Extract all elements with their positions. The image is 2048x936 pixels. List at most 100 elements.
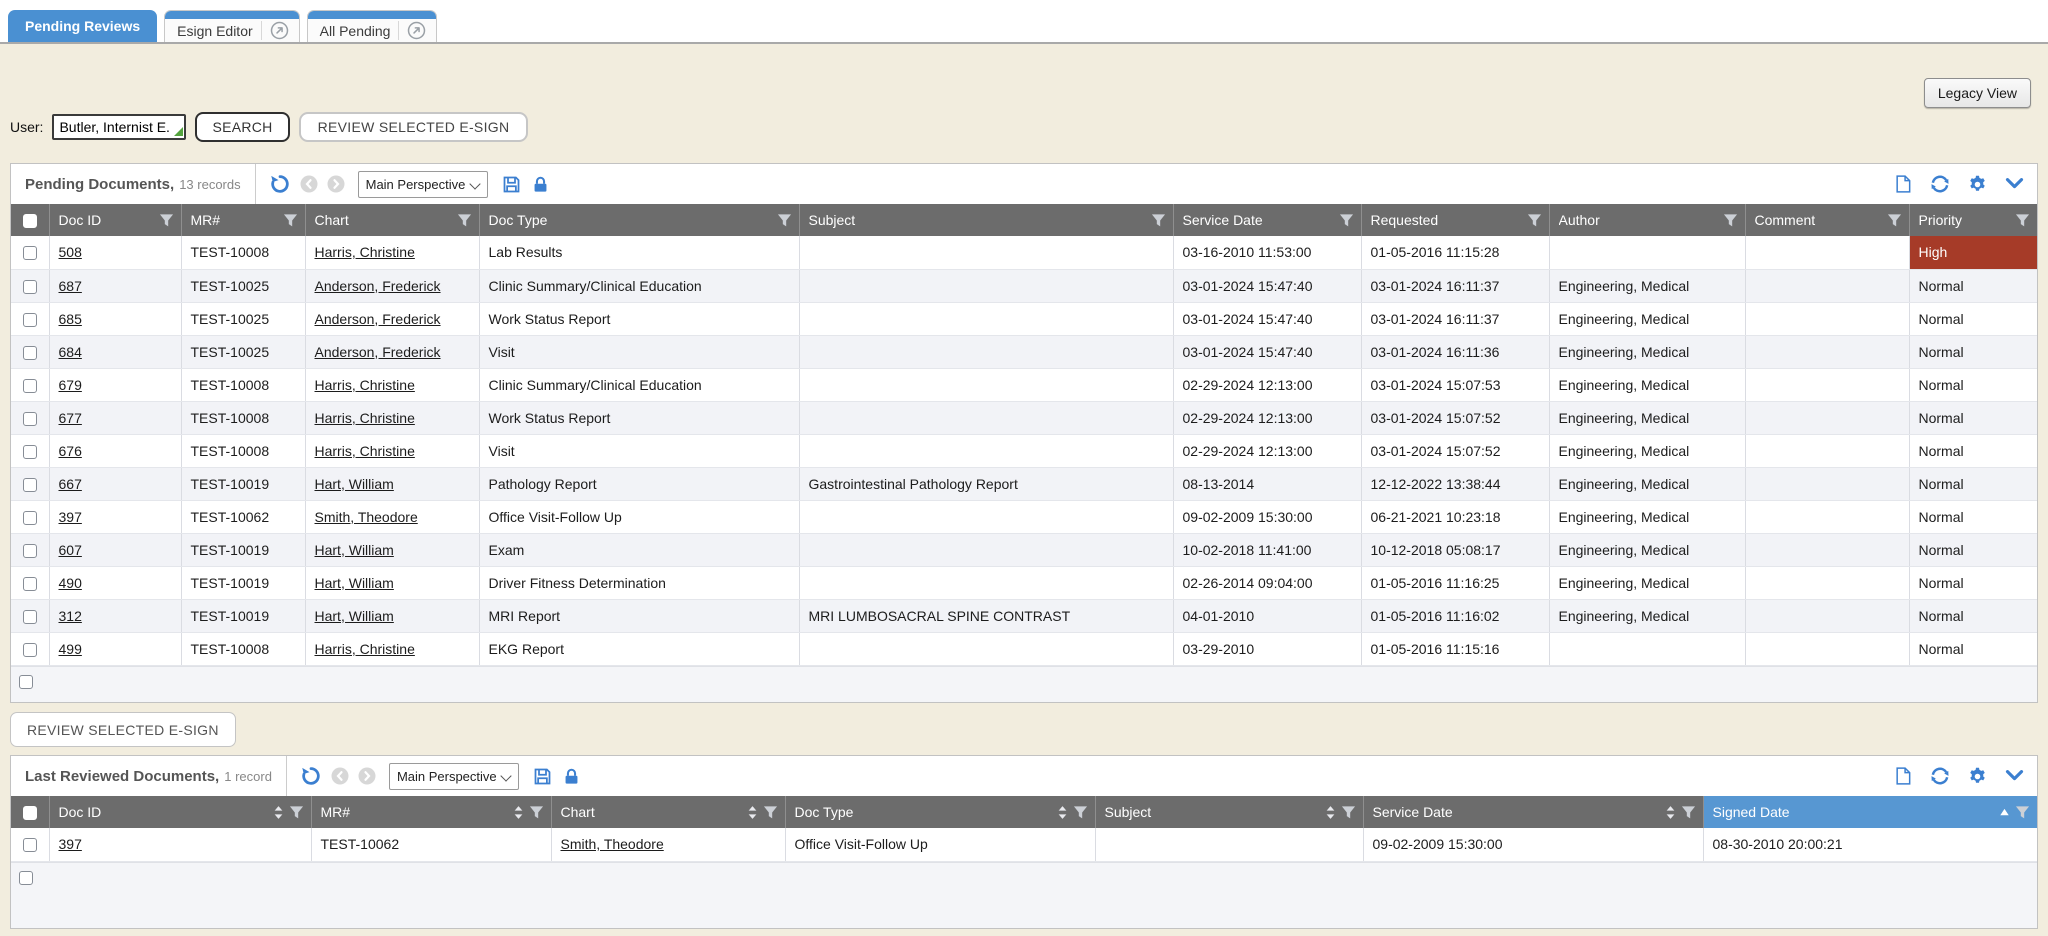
save-icon[interactable] bbox=[501, 174, 522, 195]
sort-asc-icon[interactable] bbox=[1999, 808, 2010, 817]
document-icon[interactable] bbox=[1893, 765, 1913, 787]
row-checkbox[interactable] bbox=[23, 478, 37, 492]
chevron-down-icon[interactable] bbox=[2004, 768, 2025, 784]
filter-icon[interactable] bbox=[763, 805, 778, 820]
column-header[interactable]: Service Date bbox=[1363, 796, 1703, 828]
refresh-icon[interactable] bbox=[1929, 765, 1951, 787]
row-checkbox[interactable] bbox=[23, 412, 37, 426]
filter-icon[interactable] bbox=[457, 213, 472, 228]
column-header[interactable]: Requested bbox=[1361, 204, 1549, 236]
chevron-down-icon[interactable] bbox=[2004, 176, 2025, 192]
row-checkbox[interactable] bbox=[23, 280, 37, 294]
doc-id-link[interactable]: 397 bbox=[59, 509, 82, 525]
column-header[interactable]: Signed Date bbox=[1703, 796, 2037, 828]
chart-link[interactable]: Anderson, Frederick bbox=[315, 278, 441, 294]
prev-page-icon[interactable] bbox=[331, 767, 349, 785]
sort-icon[interactable] bbox=[513, 805, 524, 820]
filter-icon[interactable] bbox=[529, 805, 544, 820]
chart-link[interactable]: Anderson, Frederick bbox=[315, 344, 441, 360]
column-header[interactable]: Doc ID bbox=[49, 796, 311, 828]
tab-esign-editor[interactable]: Esign Editor bbox=[164, 10, 299, 42]
chart-link[interactable]: Anderson, Frederick bbox=[315, 311, 441, 327]
legacy-view-button[interactable]: Legacy View bbox=[1924, 78, 2031, 108]
lock-icon[interactable] bbox=[562, 767, 581, 786]
column-header[interactable]: Comment bbox=[1745, 204, 1909, 236]
filter-icon[interactable] bbox=[283, 213, 298, 228]
filter-icon[interactable] bbox=[777, 213, 792, 228]
select-all-checkbox-header[interactable] bbox=[11, 796, 49, 828]
sort-icon[interactable] bbox=[1057, 805, 1068, 820]
save-icon[interactable] bbox=[532, 766, 553, 787]
column-header[interactable]: Doc ID bbox=[49, 204, 181, 236]
doc-id-link[interactable]: 687 bbox=[59, 278, 82, 294]
checkbox-icon[interactable] bbox=[23, 806, 37, 820]
doc-id-link[interactable]: 679 bbox=[59, 377, 82, 393]
doc-id-link[interactable]: 676 bbox=[59, 443, 82, 459]
doc-id-link[interactable]: 677 bbox=[59, 410, 82, 426]
column-header[interactable]: Service Date bbox=[1173, 204, 1361, 236]
filter-icon[interactable] bbox=[1151, 213, 1166, 228]
row-checkbox[interactable] bbox=[23, 445, 37, 459]
footer-checkbox[interactable] bbox=[19, 675, 33, 689]
next-page-icon[interactable] bbox=[358, 767, 376, 785]
doc-id-link[interactable]: 667 bbox=[59, 476, 82, 492]
document-icon[interactable] bbox=[1893, 173, 1913, 195]
footer-checkbox[interactable] bbox=[19, 871, 33, 885]
column-header[interactable]: Chart bbox=[305, 204, 479, 236]
column-header[interactable]: Doc Type bbox=[479, 204, 799, 236]
chart-link[interactable]: Harris, Christine bbox=[315, 377, 415, 393]
row-checkbox[interactable] bbox=[23, 313, 37, 327]
filter-icon[interactable] bbox=[1681, 805, 1696, 820]
next-page-icon[interactable] bbox=[327, 175, 345, 193]
doc-id-link[interactable]: 490 bbox=[59, 575, 82, 591]
perspective-select[interactable]: Main Perspective bbox=[389, 763, 519, 790]
undo-icon[interactable] bbox=[300, 765, 322, 787]
filter-icon[interactable] bbox=[1341, 805, 1356, 820]
row-checkbox[interactable] bbox=[23, 379, 37, 393]
undo-icon[interactable] bbox=[269, 173, 291, 195]
doc-id-link[interactable]: 685 bbox=[59, 311, 82, 327]
chart-link[interactable]: Hart, William bbox=[315, 476, 394, 492]
sort-icon[interactable] bbox=[1665, 805, 1676, 820]
chart-link[interactable]: Hart, William bbox=[315, 575, 394, 591]
external-link-icon[interactable] bbox=[261, 21, 289, 40]
column-header[interactable]: Author bbox=[1549, 204, 1745, 236]
row-checkbox[interactable] bbox=[23, 838, 37, 852]
filter-icon[interactable] bbox=[1887, 213, 1902, 228]
filter-icon[interactable] bbox=[1339, 213, 1354, 228]
checkbox-icon[interactable] bbox=[23, 214, 37, 228]
column-header[interactable]: Doc Type bbox=[785, 796, 1095, 828]
row-checkbox[interactable] bbox=[23, 346, 37, 360]
chart-link[interactable]: Harris, Christine bbox=[315, 443, 415, 459]
column-header[interactable]: Priority bbox=[1909, 204, 2037, 236]
search-button[interactable]: SEARCH bbox=[195, 112, 289, 142]
row-checkbox[interactable] bbox=[23, 544, 37, 558]
chart-link[interactable]: Harris, Christine bbox=[315, 641, 415, 657]
column-header[interactable]: MR# bbox=[181, 204, 305, 236]
sort-icon[interactable] bbox=[1325, 805, 1336, 820]
chart-link[interactable]: Harris, Christine bbox=[315, 244, 415, 260]
tab-pending-reviews[interactable]: Pending Reviews bbox=[8, 10, 157, 42]
column-header[interactable]: Subject bbox=[799, 204, 1173, 236]
chart-link[interactable]: Hart, William bbox=[315, 608, 394, 624]
prev-page-icon[interactable] bbox=[300, 175, 318, 193]
filter-icon[interactable] bbox=[2015, 805, 2030, 820]
doc-id-link[interactable]: 607 bbox=[59, 542, 82, 558]
row-checkbox[interactable] bbox=[23, 643, 37, 657]
sort-icon[interactable] bbox=[273, 805, 284, 820]
lock-icon[interactable] bbox=[531, 175, 550, 194]
column-header[interactable]: Chart bbox=[551, 796, 785, 828]
row-checkbox[interactable] bbox=[23, 246, 37, 260]
doc-id-link[interactable]: 397 bbox=[59, 836, 82, 852]
settings-gear-icon[interactable] bbox=[1967, 174, 1988, 195]
review-selected-esign-button[interactable]: REVIEW SELECTED E-SIGN bbox=[299, 112, 529, 142]
perspective-select[interactable]: Main Perspective bbox=[358, 171, 488, 198]
doc-id-link[interactable]: 499 bbox=[59, 641, 82, 657]
column-header[interactable]: MR# bbox=[311, 796, 551, 828]
tab-all-pending[interactable]: All Pending bbox=[307, 10, 438, 42]
row-checkbox[interactable] bbox=[23, 610, 37, 624]
user-input[interactable] bbox=[52, 114, 186, 140]
external-link-icon[interactable] bbox=[398, 21, 426, 40]
row-checkbox[interactable] bbox=[23, 511, 37, 525]
row-checkbox[interactable] bbox=[23, 577, 37, 591]
